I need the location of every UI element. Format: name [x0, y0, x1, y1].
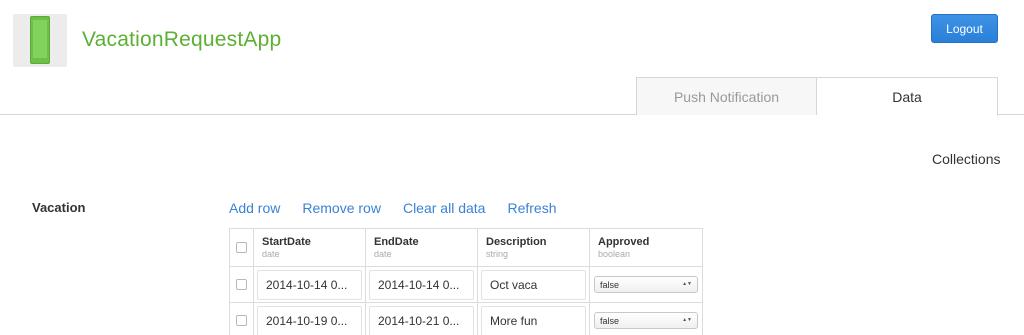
description-cell: More fun: [477, 302, 590, 335]
description-input[interactable]: Oct vaca: [481, 269, 586, 300]
table-header-row: StartDate date EndDate date Description …: [229, 228, 703, 267]
enddate-cell: 2014-10-14 0...: [365, 266, 478, 303]
row-checkbox[interactable]: [236, 278, 247, 290]
table-row: 2014-10-19 0... 2014-10-21 0... More fun…: [229, 302, 703, 335]
description-cell: Oct vaca: [477, 266, 590, 303]
data-table: StartDate date EndDate date Description …: [229, 228, 703, 335]
row-checkbox[interactable]: [236, 314, 247, 326]
enddate-input[interactable]: 2014-10-21 0...: [369, 305, 474, 335]
chevron-updown-icon: ▲▼: [682, 317, 692, 323]
remove-row-link[interactable]: Remove row: [302, 200, 381, 216]
select-all-cell: [229, 228, 254, 267]
approved-value: false: [600, 315, 620, 326]
collections-label: Collections: [932, 151, 1001, 167]
startdate-cell: 2014-10-14 0...: [253, 266, 366, 303]
app-icon: [13, 14, 67, 67]
column-type: string: [486, 249, 509, 259]
enddate-cell: 2014-10-21 0...: [365, 302, 478, 335]
table-row: 2014-10-14 0... 2014-10-14 0... Oct vaca…: [229, 266, 703, 303]
chevron-updown-icon: ▲▼: [682, 281, 692, 287]
tab-data[interactable]: Data: [817, 77, 998, 116]
column-header-startdate: StartDate date: [253, 228, 366, 267]
startdate-input[interactable]: 2014-10-14 0...: [257, 269, 362, 300]
table-actions: Add row Remove row Clear all data Refres…: [229, 200, 556, 216]
row-select-cell: [229, 266, 254, 303]
refresh-link[interactable]: Refresh: [507, 200, 556, 216]
phone-icon: [30, 16, 50, 64]
column-name: StartDate: [262, 236, 311, 248]
column-type: date: [374, 249, 392, 259]
description-input[interactable]: More fun: [481, 305, 586, 335]
logout-button[interactable]: Logout: [931, 14, 998, 43]
approved-select[interactable]: false ▲▼: [594, 312, 698, 329]
column-name: Description: [486, 236, 547, 248]
approved-cell: false ▲▼: [589, 302, 703, 335]
row-select-cell: [229, 302, 254, 335]
column-type: boolean: [598, 249, 631, 259]
column-name: Approved: [598, 236, 650, 248]
approved-select[interactable]: false ▲▼: [594, 276, 698, 293]
app-title: VacationRequestApp: [82, 28, 282, 51]
approved-value: false: [600, 279, 620, 290]
column-header-enddate: EndDate date: [365, 228, 478, 267]
clear-all-data-link[interactable]: Clear all data: [403, 200, 486, 216]
column-name: EndDate: [374, 236, 419, 248]
startdate-input[interactable]: 2014-10-19 0...: [257, 305, 362, 335]
column-header-approved: Approved boolean: [589, 228, 703, 267]
collection-title: Vacation: [32, 200, 86, 215]
enddate-input[interactable]: 2014-10-14 0...: [369, 269, 474, 300]
column-header-description: Description string: [477, 228, 590, 267]
add-row-link[interactable]: Add row: [229, 200, 280, 216]
tab-push-notification[interactable]: Push Notification: [636, 77, 817, 115]
approved-cell: false ▲▼: [589, 266, 703, 303]
select-all-checkbox[interactable]: [236, 241, 247, 253]
column-type: date: [262, 249, 280, 259]
startdate-cell: 2014-10-19 0...: [253, 302, 366, 335]
